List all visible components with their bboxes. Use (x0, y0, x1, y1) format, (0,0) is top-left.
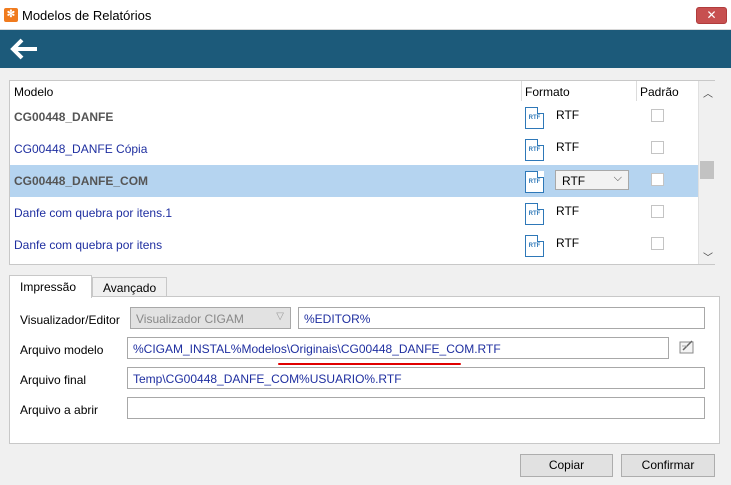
row-modelo: CG00448_DANFE (14, 110, 114, 124)
scroll-thumb[interactable] (700, 161, 714, 179)
row-modelo: Danfe com quebra por itens.1 (14, 206, 173, 220)
arquivo-final-label: Arquivo final (20, 373, 87, 387)
edit-file-icon[interactable] (679, 340, 695, 354)
visualizador-label: Visualizador/Editor (20, 313, 120, 327)
chevron-down-icon: ▽ (276, 311, 284, 322)
back-arrow-icon[interactable] (10, 38, 38, 60)
table-row[interactable]: CG00448_DANFE RTF RTF (10, 101, 698, 133)
row-formato: RTF (556, 236, 580, 250)
rtf-file-icon: RTF (525, 107, 544, 129)
row-formato: RTF (556, 108, 580, 122)
rtf-file-icon: RTF (525, 235, 544, 257)
editor-value: %EDITOR% (304, 312, 371, 326)
arquivo-abrir-label: Arquivo a abrir (20, 403, 99, 417)
padrao-checkbox[interactable] (651, 173, 664, 186)
scroll-up-icon[interactable]: ︿ (703, 85, 713, 100)
format-dropdown[interactable]: RTF ⌵ (555, 170, 629, 190)
title-bar: ✻ Modelos de Relatórios ✕ (0, 0, 731, 30)
row-modelo: CG00448_DANFE_COM (14, 174, 149, 188)
padrao-checkbox[interactable] (651, 205, 664, 218)
arquivo-final-field[interactable]: Temp\CG00448_DANFE_COM%USUARIO%.RTF (127, 367, 705, 389)
padrao-checkbox[interactable] (651, 109, 664, 122)
row-modelo: Danfe com quebra por itens (14, 238, 163, 252)
red-underline-annotation (278, 363, 461, 365)
column-header-padrao[interactable]: Padrão (640, 85, 679, 99)
editor-field[interactable]: %EDITOR% (298, 307, 705, 329)
row-modelo: CG00448_DANFE Cópia (14, 142, 148, 156)
visualizador-select: Visualizador CIGAM ▽ (130, 307, 291, 329)
rtf-file-icon: RTF (525, 139, 544, 161)
arquivo-abrir-field[interactable] (127, 397, 705, 419)
padrao-checkbox[interactable] (651, 237, 664, 250)
table-row[interactable]: CG00448_DANFE Cópia RTF RTF (10, 133, 698, 165)
chevron-down-icon: ⌵ (613, 172, 622, 184)
vertical-scrollbar[interactable]: ︿ ﹀ (698, 81, 715, 264)
column-header-formato[interactable]: Formato (525, 85, 570, 99)
table-row[interactable]: Danfe com quebra por itens RTF RTF (10, 229, 698, 261)
scroll-down-icon[interactable]: ﹀ (703, 249, 713, 264)
padrao-checkbox[interactable] (651, 141, 664, 154)
column-header-modelo[interactable]: Modelo (14, 85, 53, 99)
tab-avancado[interactable]: Avançado (92, 277, 167, 297)
confirmar-button[interactable]: Confirmar (621, 454, 715, 477)
tab-impressao[interactable]: Impressão (9, 275, 92, 298)
table-row[interactable]: Danfe com quebra por itens.1 RTF RTF (10, 197, 698, 229)
toolbar (0, 30, 731, 68)
visualizador-value: Visualizador CIGAM (136, 312, 244, 326)
window-title: Modelos de Relatórios (22, 8, 152, 23)
row-formato: RTF (556, 140, 580, 154)
arquivo-final-value: Temp\CG00448_DANFE_COM%USUARIO%.RTF (133, 372, 402, 386)
rtf-file-icon: RTF (525, 203, 544, 225)
arquivo-modelo-label: Arquivo modelo (20, 343, 104, 357)
arquivo-modelo-value: %CIGAM_INSTAL%Modelos\Originais\CG00448_… (133, 342, 501, 356)
format-dropdown-value: RTF (562, 174, 586, 188)
row-formato: RTF (556, 204, 580, 218)
table-row-selected[interactable]: CG00448_DANFE_COM RTF RTF ⌵ (10, 165, 698, 197)
close-button[interactable]: ✕ (696, 7, 727, 24)
grid-header: Modelo Formato Padrão (10, 81, 698, 101)
app-logo-icon: ✻ (4, 8, 18, 22)
impressao-panel: Visualizador/Editor Visualizador CIGAM ▽… (9, 296, 720, 444)
rtf-file-icon: RTF (525, 171, 544, 193)
models-grid: Modelo Formato Padrão CG00448_DANFE RTF … (9, 80, 715, 265)
arquivo-modelo-field[interactable]: %CIGAM_INSTAL%Modelos\Originais\CG00448_… (127, 337, 669, 359)
copiar-button[interactable]: Copiar (520, 454, 613, 477)
